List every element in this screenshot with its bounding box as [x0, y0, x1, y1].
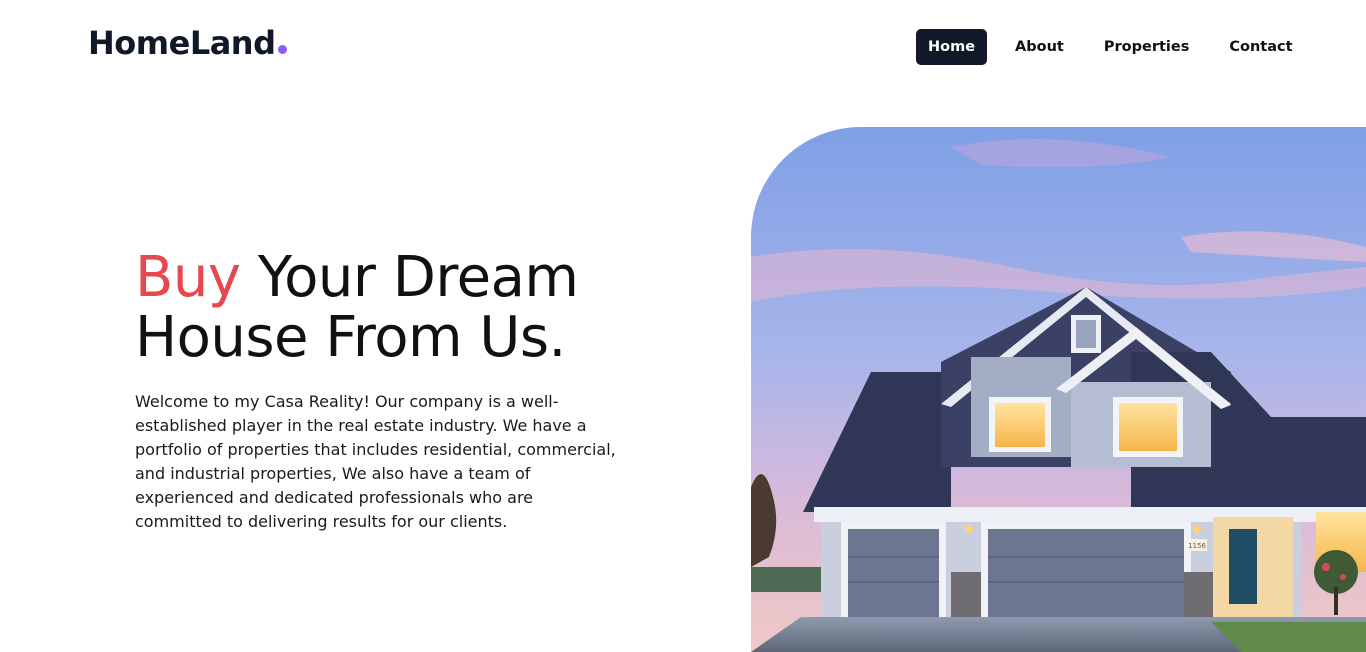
nav-item-home[interactable]: Home — [916, 29, 988, 65]
nav-item-about[interactable]: About — [1003, 29, 1076, 65]
nav-item-contact[interactable]: Contact — [1217, 29, 1304, 65]
brand-name: HomeLand — [88, 24, 276, 62]
hero-title-accent: Buy — [135, 245, 241, 310]
brand-dot — [278, 45, 288, 54]
hero-description: Welcome to my Casa Reality! Our company … — [135, 392, 616, 531]
hero-title-rest: Your Dream — [257, 245, 579, 310]
site-header: HomeLand Home About Properties Contact — [0, 0, 1366, 95]
house-illustration: 1156 — [751, 127, 1366, 652]
hero-title: Buy Your Dream House From Us. — [135, 245, 579, 370]
hero-title-line2: House From Us. — [135, 305, 566, 370]
brand-logo[interactable]: HomeLand — [88, 24, 288, 62]
nav-item-properties[interactable]: Properties — [1092, 29, 1201, 65]
house-number-plate: 1156 — [1188, 542, 1206, 550]
main-nav: Home About Properties Contact — [916, 29, 1305, 65]
hero-house-image: 1156 — [751, 127, 1366, 652]
